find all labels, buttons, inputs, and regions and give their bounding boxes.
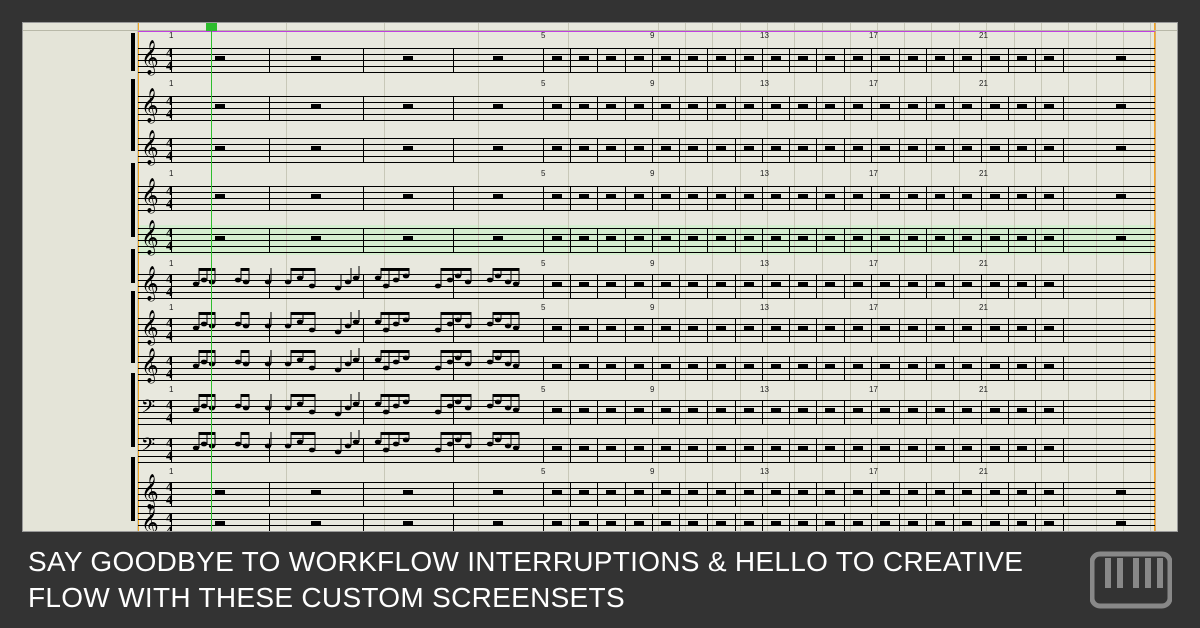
- track-english-horn[interactable]: English Horn𝄞44: [23, 267, 1177, 305]
- measure-numbers: 159131721: [138, 259, 1155, 269]
- staff[interactable]: 𝄞44: [138, 274, 1155, 298]
- track-horn-1[interactable]: Horn 1𝄞44: [23, 475, 1177, 513]
- treble-clef-icon: 𝄞: [141, 223, 159, 253]
- track-bb-clarinet-1[interactable]: Bb Clarinet 1𝄞44: [23, 311, 1177, 349]
- timeline-ruler[interactable]: [23, 23, 1177, 31]
- piano-icon: [1090, 550, 1172, 610]
- treble-clef-icon: 𝄞: [141, 181, 159, 211]
- staff-bracket: [131, 373, 135, 447]
- staff-bracket: [131, 33, 135, 71]
- track-piccolo[interactable]: Piccolo𝄞44: [23, 39, 1177, 81]
- staff[interactable]: 𝄢44: [138, 438, 1155, 462]
- treble-clef-icon: 𝄞: [141, 43, 159, 73]
- caption-bar: SAY GOODBYE TO WORKFLOW INTERRUPTIONS & …: [0, 532, 1200, 628]
- staff-bracket: [131, 249, 135, 283]
- staff[interactable]: 𝄞44: [138, 482, 1155, 506]
- instrument-gutter: [23, 23, 138, 531]
- staff[interactable]: 𝄞44: [138, 138, 1155, 162]
- staff[interactable]: 𝄞44: [138, 48, 1155, 72]
- staff[interactable]: 𝄞44: [138, 356, 1155, 380]
- caption-text: SAY GOODBYE TO WORKFLOW INTERRUPTIONS & …: [28, 544, 1070, 617]
- track-horn-2[interactable]: Horn 2𝄞44: [23, 513, 1177, 532]
- playhead[interactable]: [211, 27, 212, 531]
- measure-numbers: 159131721: [138, 31, 1155, 41]
- staff-bracket: [131, 457, 135, 521]
- track-basson-1[interactable]: Basson 1𝄢44: [23, 393, 1177, 431]
- staff-bracket: [131, 163, 135, 237]
- measure-numbers: 159131721: [138, 467, 1155, 477]
- staff-bracket: [131, 291, 135, 363]
- treble-clef-icon: 𝄞: [141, 91, 159, 121]
- staff[interactable]: 𝄞44: [138, 228, 1155, 252]
- staff[interactable]: 𝄞44: [138, 96, 1155, 120]
- track-oboe-1[interactable]: Oboe 1𝄞44: [23, 177, 1177, 219]
- treble-clef-icon: 𝄞: [141, 477, 159, 507]
- measure-numbers: 159131721: [138, 303, 1155, 313]
- staff[interactable]: 𝄢44: [138, 400, 1155, 424]
- staff[interactable]: 𝄞44: [138, 186, 1155, 210]
- staff[interactable]: 𝄞44: [138, 513, 1155, 532]
- treble-clef-icon: 𝄞: [141, 133, 159, 163]
- track-flute-2[interactable]: Flute 2𝄞44: [23, 129, 1177, 171]
- measure-numbers: 159131721: [138, 79, 1155, 89]
- measure-numbers: 159131721: [138, 169, 1155, 179]
- track-oboe-2[interactable]: Oboe 2𝄞44: [23, 219, 1177, 261]
- treble-clef-icon: 𝄞: [141, 508, 159, 532]
- track-basson-2[interactable]: Basson 2𝄢44: [23, 431, 1177, 469]
- staff-bracket: [131, 79, 135, 151]
- track-flute-1[interactable]: Flute 1𝄞44: [23, 87, 1177, 129]
- score-editor[interactable]: 159131721Piccolo𝄞44159131721Flute 1𝄞44Fl…: [22, 22, 1178, 532]
- track-bb-clarinet-2[interactable]: Bb Clarinet 2𝄞44: [23, 349, 1177, 387]
- staff[interactable]: 𝄞44: [138, 318, 1155, 342]
- measure-numbers: 159131721: [138, 385, 1155, 395]
